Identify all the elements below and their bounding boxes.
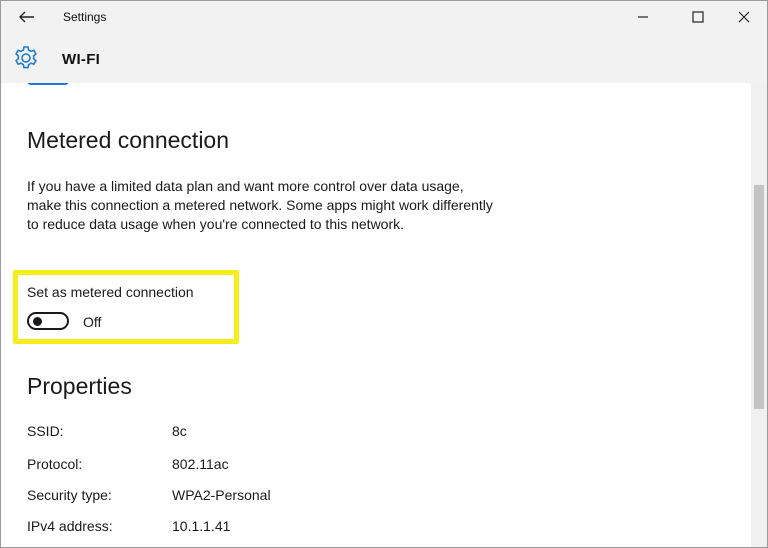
partial-toggle[interactable] (27, 83, 69, 85)
ssid-label: SSID: (27, 423, 64, 439)
scrollbar[interactable] (751, 83, 767, 547)
metered-toggle-label: Set as metered connection (27, 284, 194, 300)
window-title: Settings (63, 10, 107, 24)
close-icon (738, 11, 750, 23)
metered-toggle[interactable] (27, 312, 69, 330)
maximize-button[interactable] (678, 5, 718, 29)
ipv4-address-value: 10.1.1.41 (172, 518, 231, 534)
toggle-knob (33, 317, 42, 326)
page-header: WI-FI (1, 35, 767, 83)
ssid-value: 8c (172, 423, 187, 439)
protocol-label: Protocol: (27, 456, 83, 472)
properties-heading: Properties (27, 373, 132, 399)
title-bar: Settings (1, 1, 767, 35)
settings-window: Settings WI-FI Metered connection If you… (0, 0, 768, 548)
minimize-icon (638, 16, 648, 18)
content-area: Metered connection If you have a limited… (1, 83, 751, 547)
security-type-value: WPA2-Personal (172, 487, 271, 503)
metered-description: If you have a limited data plan and want… (27, 178, 493, 232)
back-button[interactable] (12, 6, 42, 28)
highlight-box (13, 270, 239, 344)
metered-heading: Metered connection (27, 127, 230, 153)
page-title: WI-FI (62, 51, 101, 68)
protocol-value: 802.11ac (172, 456, 229, 472)
maximize-icon (692, 11, 704, 23)
gear-icon (15, 46, 37, 69)
scrollbar-thumb[interactable] (754, 185, 764, 409)
minimize-button[interactable] (623, 5, 663, 29)
security-type-label: Security type: (27, 487, 112, 503)
close-button[interactable] (724, 5, 764, 29)
metered-toggle-state: Off (83, 314, 102, 330)
back-arrow-icon (19, 11, 34, 23)
ipv4-address-label: IPv4 address: (27, 518, 113, 534)
